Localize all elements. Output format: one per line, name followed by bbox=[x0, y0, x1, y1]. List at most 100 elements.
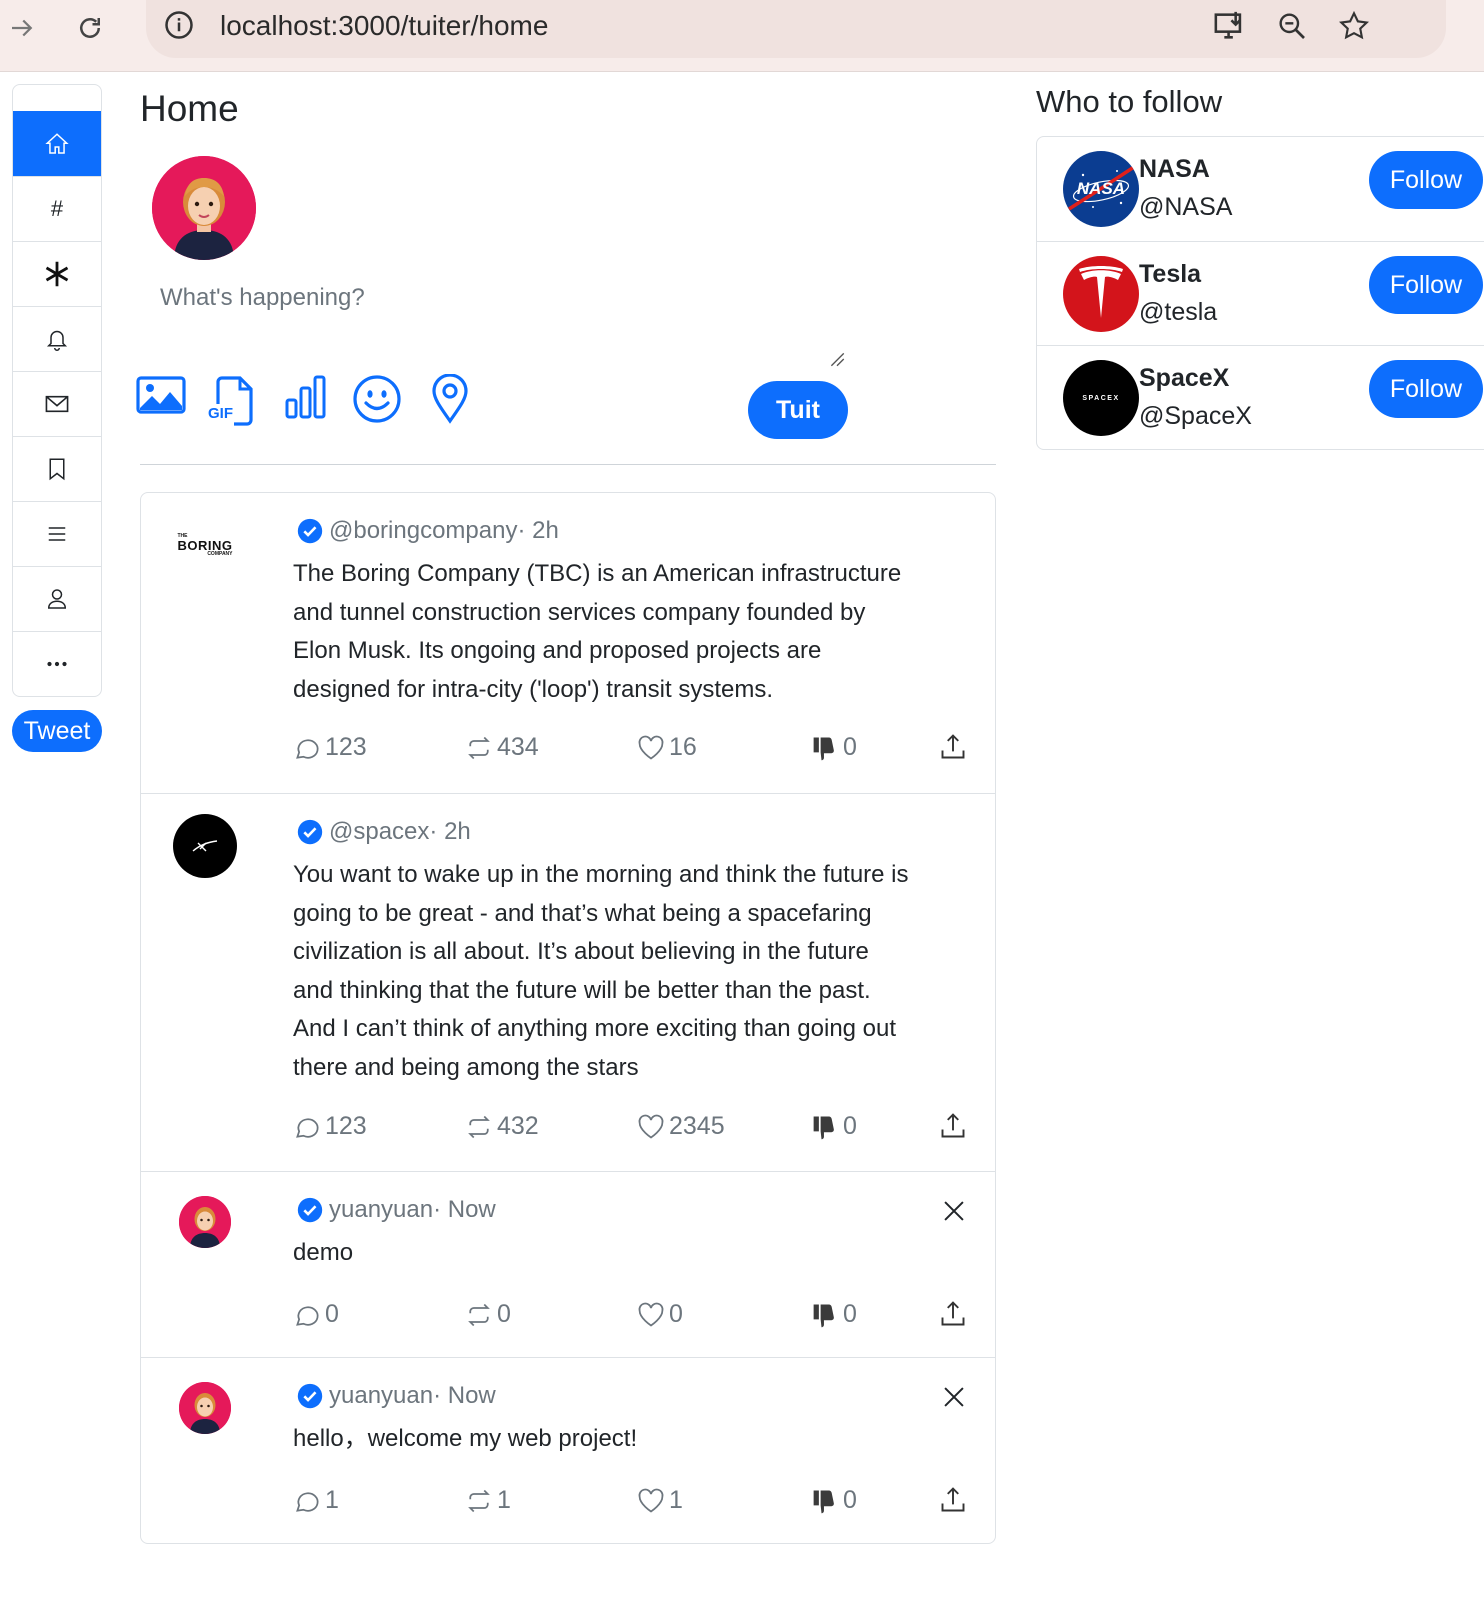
dislike-stat[interactable]: 0 bbox=[811, 733, 857, 762]
tuit-handle[interactable]: yuanyuan bbox=[329, 1382, 433, 1410]
resize-handle-icon[interactable] bbox=[828, 350, 846, 368]
thumbs-down-icon bbox=[813, 1490, 834, 1513]
bell-icon bbox=[46, 330, 68, 351]
retuit-icon bbox=[468, 1115, 490, 1138]
dislike-stat[interactable]: 0 bbox=[811, 1486, 857, 1515]
sidebar-item-lists[interactable] bbox=[13, 501, 101, 566]
tuit-line: And I can’t think of anything more excit… bbox=[293, 1015, 897, 1042]
retuit-stat[interactable]: 432 bbox=[465, 1112, 539, 1141]
dislike-stat[interactable]: 0 bbox=[811, 1300, 857, 1329]
sidebar-item-explore[interactable]: # bbox=[13, 176, 101, 241]
tuit-line: there and being among the stars bbox=[293, 1053, 639, 1081]
tuit-line: You want to wake up in the morning and t… bbox=[293, 861, 909, 888]
tuit-header: @spacex · 2h bbox=[297, 818, 471, 846]
sidebar-item-labs[interactable] bbox=[13, 241, 101, 306]
tweet-button[interactable]: Tweet bbox=[12, 710, 102, 752]
share-button[interactable] bbox=[939, 1112, 971, 1140]
tuit-stats: 123 432 2345 0 bbox=[293, 1112, 969, 1146]
comment-icon bbox=[296, 1305, 319, 1326]
boring-company-logo: THE BORING COMPANY bbox=[173, 513, 237, 577]
user-avatar bbox=[179, 1196, 231, 1248]
site-info-icon[interactable] bbox=[164, 10, 194, 45]
reload-icon[interactable] bbox=[70, 8, 110, 48]
retuit-count: 1 bbox=[497, 1486, 511, 1514]
tuit-button[interactable]: Tuit bbox=[748, 381, 848, 439]
heart-icon bbox=[638, 735, 664, 760]
tuit-item: THE BORING COMPANY @boringcompany · 2h Th… bbox=[141, 493, 995, 793]
follow-button[interactable]: Follow bbox=[1369, 256, 1483, 314]
spacex-logo-text: SPACEX bbox=[1082, 394, 1120, 402]
image-icon[interactable] bbox=[136, 374, 186, 416]
who-to-follow-title: Who to follow bbox=[1036, 84, 1223, 119]
spacex-logo bbox=[173, 814, 237, 878]
address-bar[interactable]: localhost:3000/tuiter/home bbox=[146, 0, 1446, 58]
sidebar-item-bookmarks[interactable] bbox=[13, 436, 101, 501]
share-button[interactable] bbox=[939, 1486, 971, 1514]
follow-button[interactable]: Follow bbox=[1369, 360, 1483, 418]
divider bbox=[140, 464, 996, 465]
tuit-line: demo bbox=[293, 1239, 354, 1266]
logo-text-main: BORING bbox=[177, 537, 233, 553]
tuit-handle[interactable]: yuanyuan bbox=[329, 1196, 433, 1224]
comment-icon bbox=[296, 738, 319, 759]
sidebar-item-messages[interactable] bbox=[13, 371, 101, 436]
share-button[interactable] bbox=[939, 1300, 971, 1328]
retuit-stat[interactable]: 0 bbox=[465, 1300, 511, 1329]
main-column: Home What's happening? GIF Tuit THE BORI… bbox=[136, 84, 996, 1544]
tuit-handle[interactable]: @spacex bbox=[329, 818, 429, 846]
tuit-stats: 0 0 0 0 bbox=[293, 1300, 969, 1334]
install-app-icon[interactable] bbox=[1210, 6, 1250, 46]
like-stat[interactable]: 2345 bbox=[637, 1112, 725, 1141]
composer-input[interactable]: What's happening? bbox=[160, 284, 365, 312]
reply-stat[interactable]: 123 bbox=[293, 733, 367, 762]
gif-label: GIF bbox=[208, 405, 233, 422]
tuit-line: designed for intra-city ('loop') transit… bbox=[293, 675, 773, 703]
account-name[interactable]: SpaceX bbox=[1139, 364, 1229, 393]
heart-icon bbox=[638, 1488, 664, 1513]
like-stat[interactable]: 1 bbox=[637, 1486, 683, 1515]
heart-icon bbox=[638, 1302, 664, 1327]
tuit-header: yuanyuan · Now bbox=[297, 1382, 496, 1410]
sidebar-item-profile[interactable] bbox=[13, 566, 101, 631]
retuit-icon bbox=[468, 1489, 490, 1512]
zoom-icon[interactable] bbox=[1272, 6, 1312, 46]
dislike-stat[interactable]: 0 bbox=[811, 1112, 857, 1141]
like-count: 0 bbox=[669, 1300, 683, 1328]
like-stat[interactable]: 0 bbox=[637, 1300, 683, 1329]
account-name[interactable]: NASA bbox=[1139, 155, 1210, 184]
sidebar-item-notifications[interactable] bbox=[13, 306, 101, 371]
gif-icon[interactable]: GIF bbox=[208, 374, 254, 426]
like-count: 16 bbox=[669, 733, 697, 761]
like-count: 1 bbox=[669, 1486, 683, 1514]
close-icon[interactable] bbox=[941, 1384, 967, 1410]
person-icon bbox=[47, 589, 67, 609]
tuit-body: The Boring Company (TBC) is an American … bbox=[293, 555, 973, 709]
retuit-stat[interactable]: 1 bbox=[465, 1486, 511, 1515]
poll-icon[interactable] bbox=[284, 374, 328, 420]
tuit-item: yuanyuan · Now demo 0 0 0 0 bbox=[141, 1171, 995, 1357]
reply-stat[interactable]: 0 bbox=[293, 1300, 339, 1329]
forward-icon[interactable] bbox=[2, 8, 42, 48]
follow-button[interactable]: Follow bbox=[1369, 151, 1483, 209]
tuit-handle[interactable]: @boringcompany bbox=[329, 517, 517, 545]
avatar[interactable] bbox=[152, 156, 256, 260]
sidebar-item-more[interactable] bbox=[13, 631, 101, 696]
verified-icon bbox=[297, 518, 323, 544]
dislike-count: 0 bbox=[843, 1486, 857, 1514]
tuit-body: demo bbox=[293, 1234, 973, 1273]
reply-stat[interactable]: 1 bbox=[293, 1486, 339, 1515]
location-icon[interactable] bbox=[430, 374, 470, 424]
url-text[interactable]: localhost:3000/tuiter/home bbox=[220, 10, 548, 42]
nasa-logo-text: NASA bbox=[1076, 179, 1126, 198]
retuit-stat[interactable]: 434 bbox=[465, 733, 539, 762]
like-stat[interactable]: 16 bbox=[637, 733, 697, 762]
browser-toolbar: localhost:3000/tuiter/home bbox=[0, 0, 1484, 72]
bookmark-star-icon[interactable] bbox=[1334, 6, 1374, 46]
reply-stat[interactable]: 123 bbox=[293, 1112, 367, 1141]
close-icon[interactable] bbox=[941, 1198, 967, 1224]
account-handle: @NASA bbox=[1139, 193, 1233, 221]
emoji-icon[interactable] bbox=[352, 374, 402, 424]
sidebar-item-home[interactable] bbox=[13, 111, 101, 176]
account-name[interactable]: Tesla bbox=[1139, 260, 1201, 289]
share-button[interactable] bbox=[939, 733, 971, 761]
